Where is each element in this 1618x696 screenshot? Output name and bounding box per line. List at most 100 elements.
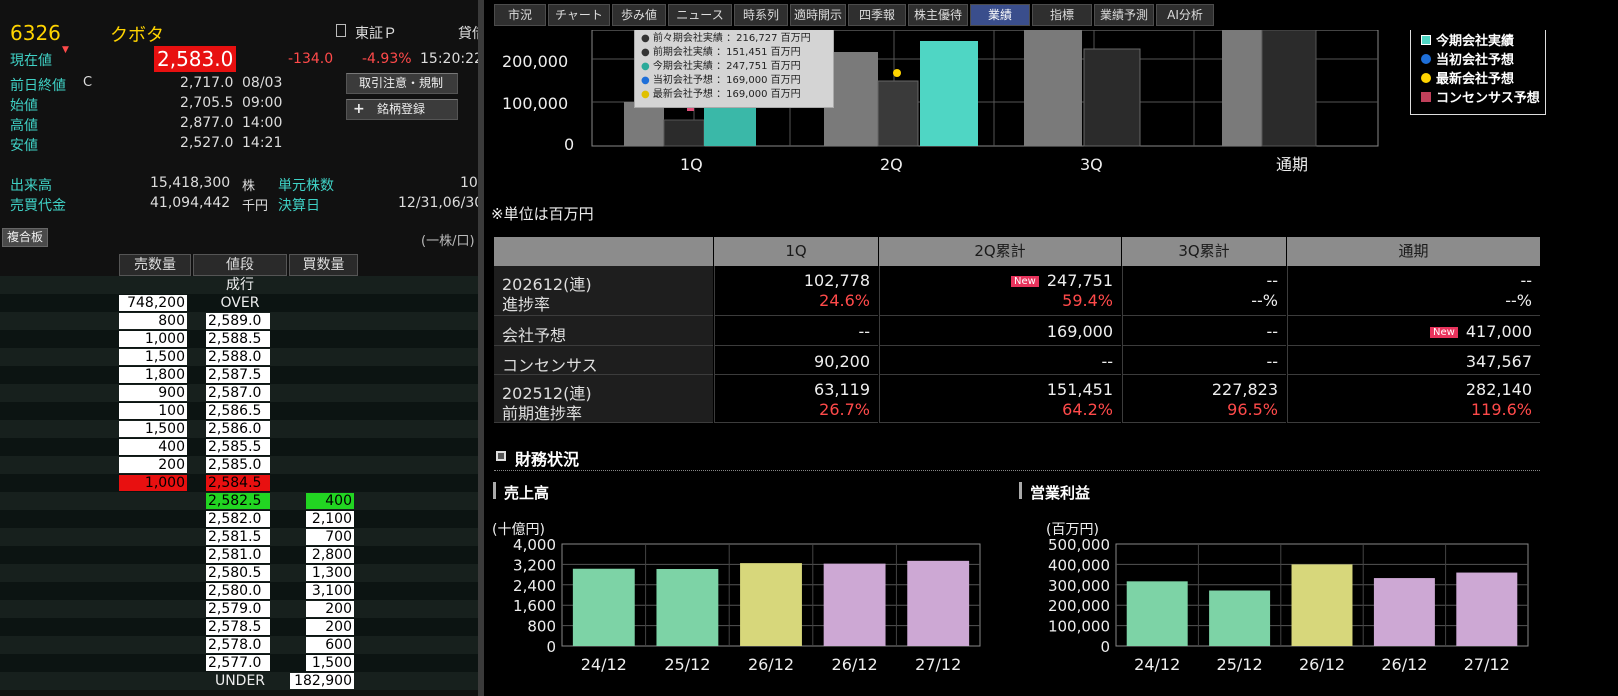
ask-qty[interactable]: 1,000 <box>119 475 187 491</box>
ask-price[interactable]: 2,584.5 <box>206 475 270 491</box>
ask-price[interactable]: 2,587.0 <box>206 385 270 401</box>
bid-qty[interactable]: 2,100 <box>306 511 354 527</box>
over-label[interactable]: OVER <box>193 295 287 311</box>
ask-price[interactable]: 2,588.5 <box>206 331 270 347</box>
ask-price[interactable]: 2,589.0 <box>206 313 270 329</box>
ask-qty[interactable]: 200 <box>119 457 187 473</box>
ask-qty[interactable]: 1,000 <box>119 331 187 347</box>
cell-value: -- <box>1520 271 1532 290</box>
tab-10[interactable]: 業績予測 <box>1094 4 1154 26</box>
market-order-label[interactable]: 成行 <box>193 277 287 293</box>
tab-6[interactable]: 四季報 <box>848 4 906 26</box>
y-tick-label: 500,000 <box>1048 536 1110 554</box>
book-row: 2,579.0 200 <box>0 600 478 618</box>
x-tick-3q: 3Q <box>1080 155 1103 174</box>
ask-qty[interactable]: 1,800 <box>119 367 187 383</box>
ask-qty[interactable]: 1,500 <box>119 349 187 365</box>
under-qty[interactable]: 182,900 <box>290 673 354 689</box>
bid-price[interactable]: 2,581.5 <box>206 529 270 545</box>
y-tick-label: 100,000 <box>1048 618 1110 636</box>
row-label-2: 進捗率 <box>502 295 551 314</box>
bid-qty[interactable]: 200 <box>306 601 354 617</box>
bid-qty[interactable]: 3,100 <box>306 583 354 599</box>
cell-number: -- <box>1101 352 1113 371</box>
ask-qty[interactable]: 900 <box>119 385 187 401</box>
ask-price[interactable]: 2,588.0 <box>206 349 270 365</box>
tab-5[interactable]: 適時開示 <box>790 4 846 26</box>
bid-price[interactable]: 2,578.5 <box>206 619 270 635</box>
tab-8[interactable]: 業績 <box>970 4 1030 26</box>
legend-initial: 当初会社予想 <box>1436 53 1515 68</box>
high-label: 高値 <box>10 118 38 134</box>
op-profit-chart-title: 営業利益 <box>1030 484 1091 502</box>
stock-name: クボタ <box>110 25 164 46</box>
bar-annual-prev2 <box>1222 30 1262 146</box>
y-tick-label: 400,000 <box>1048 556 1110 574</box>
table-cell: -- --% <box>1287 266 1540 316</box>
book-row: 1,800 2,587.5 <box>0 366 478 384</box>
ask-price[interactable]: 2,587.5 <box>206 367 270 383</box>
bar <box>823 563 886 646</box>
bid-price[interactable]: 2,582.5 <box>206 493 270 509</box>
y-tick-label: 800 <box>527 618 556 636</box>
trade-notice-button[interactable]: 取引注意・規制 <box>346 73 458 94</box>
tab-2[interactable]: 歩み値 <box>612 4 666 26</box>
tab-7[interactable]: 株主優待 <box>908 4 968 26</box>
current-price: 2,583.0 <box>154 46 237 72</box>
ask-price[interactable]: 2,586.0 <box>206 421 270 437</box>
document-icon[interactable] <box>336 24 346 37</box>
under-label[interactable]: UNDER <box>193 673 287 689</box>
bid-qty[interactable]: 2,800 <box>306 547 354 563</box>
bid-price[interactable]: 2,577.0 <box>206 655 270 671</box>
bar <box>740 563 802 646</box>
volume-value: 15,418,300 <box>150 175 231 191</box>
y-tick-label: 4,000 <box>513 536 556 554</box>
tab-11[interactable]: AI分析 <box>1156 4 1214 26</box>
ask-qty[interactable]: 800 <box>119 313 187 329</box>
table-cell: 151,451 64.2% <box>879 375 1121 423</box>
tab-0[interactable]: 市況 <box>494 4 546 26</box>
table-row: 202612(連) 進捗率 102,778 24.6% New 247,751 59.4% -… <box>494 266 1540 316</box>
bid-price[interactable]: 2,580.5 <box>206 565 270 581</box>
x-tick-label: 25/12 <box>1217 655 1263 674</box>
bid-qty[interactable]: 1,500 <box>306 655 354 671</box>
price-change-pct: -4.93% <box>362 51 412 67</box>
bid-price[interactable]: 2,582.0 <box>206 511 270 527</box>
bid-price[interactable]: 2,581.0 <box>206 547 270 563</box>
over-qty[interactable]: 748,200 <box>119 295 187 311</box>
ask-price[interactable]: 2,586.5 <box>206 403 270 419</box>
y-tick-label: 200,000 <box>502 52 568 71</box>
tab-4[interactable]: 時系列 <box>734 4 788 26</box>
ask-price[interactable]: 2,585.0 <box>206 457 270 473</box>
register-button[interactable]: + 銘柄登録 <box>346 99 458 120</box>
table-cell: 227,823 96.5% <box>1122 375 1286 423</box>
bar <box>1291 564 1353 646</box>
cell-value: 90,200 <box>814 352 870 371</box>
bid-qty[interactable]: 400 <box>306 493 354 509</box>
bid-qty[interactable]: 700 <box>306 529 354 545</box>
cell-number: 63,119 <box>814 380 870 399</box>
section-title: 財務状況 <box>515 450 580 469</box>
bar <box>656 568 719 646</box>
bid-price[interactable]: 2,578.0 <box>206 637 270 653</box>
tab-3[interactable]: ニュース <box>668 4 732 26</box>
tab-9[interactable]: 指標 <box>1032 4 1092 26</box>
section-rule <box>494 470 1540 471</box>
ask-qty[interactable]: 1,500 <box>119 421 187 437</box>
bid-qty[interactable]: 200 <box>306 619 354 635</box>
bid-qty[interactable]: 600 <box>306 637 354 653</box>
ask-qty[interactable]: 400 <box>119 439 187 455</box>
bid-price[interactable]: 2,580.0 <box>206 583 270 599</box>
cell-value: 102,778 <box>804 271 870 290</box>
ask-qty[interactable]: 100 <box>119 403 187 419</box>
bid-price[interactable]: 2,579.0 <box>206 601 270 617</box>
ask-price[interactable]: 2,585.5 <box>206 439 270 455</box>
bid-qty[interactable]: 1,300 <box>306 565 354 581</box>
book-row: 1,500 2,588.0 <box>0 348 478 366</box>
book-button[interactable]: 複合板 <box>2 228 49 247</box>
tab-1[interactable]: チャート <box>548 4 610 26</box>
book-row: 2,578.0 600 <box>0 636 478 654</box>
table-header-2q: 2Q累計 <box>879 237 1121 266</box>
book-row: 400 2,585.5 <box>0 438 478 456</box>
y-tick-label: 2,400 <box>513 577 556 595</box>
